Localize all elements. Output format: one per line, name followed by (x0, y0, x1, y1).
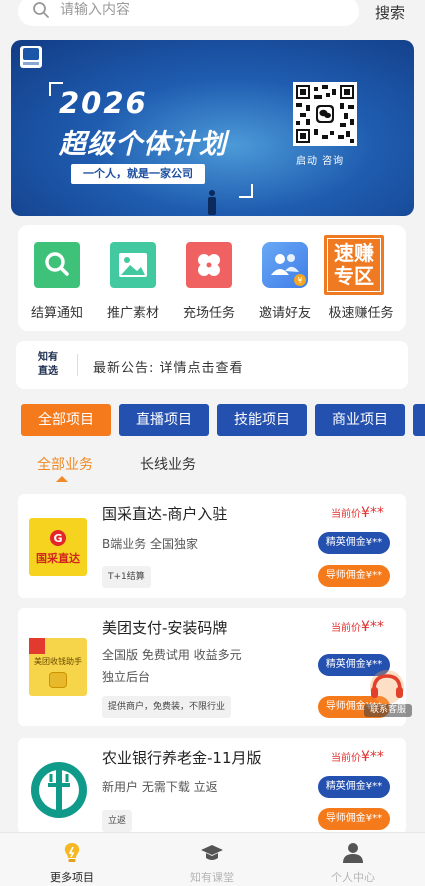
promo-banner[interactable]: 2026 超级个体计划 一个人，就是一家公司 启动 咨询 (11, 40, 414, 216)
project-card[interactable]: 美团收钱助手 美团支付-安装码牌 全国版 免费试用 收益多元 独立后台 提供商户… (18, 608, 406, 726)
nav-label: 个人中心 (331, 871, 375, 884)
search-icon (33, 2, 49, 18)
active-tab-indicator (56, 476, 68, 482)
search-bar: 搜索 (0, 0, 425, 30)
headset-icon (370, 670, 404, 704)
price: 当前价¥** (331, 505, 384, 521)
notice-text: 最新公告: 详情点击查看 (93, 361, 244, 376)
nav-item-more-projects[interactable]: 更多项目 (2, 833, 142, 886)
users-icon: ¥ (262, 242, 308, 288)
grid-label: 充场任务 (182, 306, 235, 321)
image-icon (110, 242, 156, 288)
tab-skill-projects[interactable]: 技能项目 (217, 404, 307, 436)
project-image: 美团收钱助手 (29, 638, 87, 696)
project-chip: 提供商户，免费装，不限行业 (102, 696, 232, 718)
app-logo (20, 46, 42, 68)
project-card[interactable]: G 国采直达 国采直达-商户入驻 B端业务 全国独家 T+1结算 当前价¥** … (18, 494, 406, 598)
project-desc: 新用户 无需下载 立返 (102, 780, 218, 794)
speed-earn-icon: 速赚专区 (324, 235, 384, 295)
qr-code[interactable] (293, 82, 357, 146)
grid-label: 结算通知 (30, 306, 83, 321)
search-box[interactable] (18, 0, 359, 26)
search-input[interactable] (60, 0, 340, 22)
divider (77, 354, 78, 376)
elite-commission-button[interactable]: 精英佣金¥** (318, 776, 390, 798)
device-icon (49, 672, 67, 688)
project-chip: T+1结算 (102, 566, 151, 588)
customer-service-label: 联系客服 (364, 704, 412, 717)
mentor-commission-button[interactable]: 导师佣金¥** (318, 808, 390, 830)
qr-code-icon (296, 85, 354, 143)
graduation-cap-icon (201, 845, 223, 860)
search-button[interactable]: 搜索 (375, 2, 405, 23)
user-icon (343, 843, 363, 863)
person-silhouette (207, 190, 217, 216)
grid-item-settlement[interactable]: 结算通知 (18, 225, 96, 331)
qr-caption: 启动 咨询 (296, 156, 345, 167)
grid-item-materials[interactable]: 推广素材 (94, 225, 172, 331)
banner-bracket-bottom (239, 184, 253, 198)
speed-earn-badge: 速赚专区 (334, 241, 374, 288)
project-chip: 立返 (102, 810, 133, 832)
mentor-commission-button[interactable]: 导师佣金¥** (318, 565, 390, 587)
banner-subtitle: 一个人，就是一家公司 (71, 164, 205, 184)
nav-label: 知有课堂 (190, 871, 234, 884)
grid-label: 推广素材 (106, 306, 159, 321)
bottom-nav: 更多项目 知有课堂 个人中心 (0, 832, 425, 886)
quick-entry-grid: 结算通知 推广素材 充场任务 ¥ 邀请好友 速赚专区 极速赚任务 (18, 225, 406, 331)
customer-service-button[interactable]: 联系客服 (362, 668, 412, 718)
banner-year: 2026 (59, 86, 148, 120)
svg-text:G: G (53, 532, 62, 545)
project-image-text: 美团收钱助手 (34, 657, 82, 666)
grid-item-invite[interactable]: ¥ 邀请好友 (246, 225, 324, 331)
project-title: 农业银行养老金-11月版 (102, 749, 262, 767)
bank-logo-icon (29, 760, 89, 820)
project-image-text: 国采直达 (36, 552, 80, 565)
tab-live-projects[interactable]: 直播项目 (119, 404, 209, 436)
category-tabs: 全部项目 直播项目 技能项目 商业项目 (21, 404, 425, 436)
nav-label: 更多项目 (50, 871, 94, 884)
tab-all-projects[interactable]: 全部项目 (21, 404, 111, 436)
tab-business-projects[interactable]: 商业项目 (315, 404, 405, 436)
price: 当前价¥** (331, 619, 384, 635)
project-desc: B端业务 全国独家 (102, 537, 199, 551)
grid-item-venue-task[interactable]: 充场任务 (170, 225, 248, 331)
corner-badge (29, 638, 45, 654)
grid-item-speed-earn[interactable]: 速赚专区 极速赚任务 (322, 225, 400, 331)
project-title: 美团支付-安装码牌 (102, 619, 228, 637)
banner-title: 超级个体计划 (59, 129, 227, 160)
svg-text:¥: ¥ (297, 276, 302, 285)
announcement-bar[interactable]: 知有直选 最新公告: 详情点击查看 (16, 341, 408, 389)
subtab-all-business[interactable]: 全部业务 (37, 454, 93, 474)
project-image: G 国采直达 (29, 518, 87, 576)
nav-item-classroom[interactable]: 知有课堂 (142, 833, 282, 886)
elite-commission-button[interactable]: 精英佣金¥** (318, 532, 390, 554)
grid-label: 邀请好友 (258, 306, 311, 321)
price: 当前价¥** (331, 749, 384, 765)
clover-icon (186, 242, 232, 288)
subtab-long-term[interactable]: 长线业务 (140, 454, 196, 474)
nav-item-profile[interactable]: 个人中心 (283, 833, 423, 886)
tab-more[interactable] (413, 404, 425, 436)
search-icon (34, 242, 80, 288)
project-desc: 全国版 免费试用 收益多元 独立后台 (102, 648, 242, 684)
bulb-icon (64, 843, 80, 862)
grid-label: 极速赚任务 (328, 306, 394, 321)
project-title: 国采直达-商户入驻 (102, 505, 228, 523)
project-card[interactable]: 农业银行养老金-11月版 新用户 无需下载 立返 立返 当前价¥** 精英佣金¥… (18, 738, 406, 834)
notice-tag: 知有直选 (38, 352, 58, 377)
